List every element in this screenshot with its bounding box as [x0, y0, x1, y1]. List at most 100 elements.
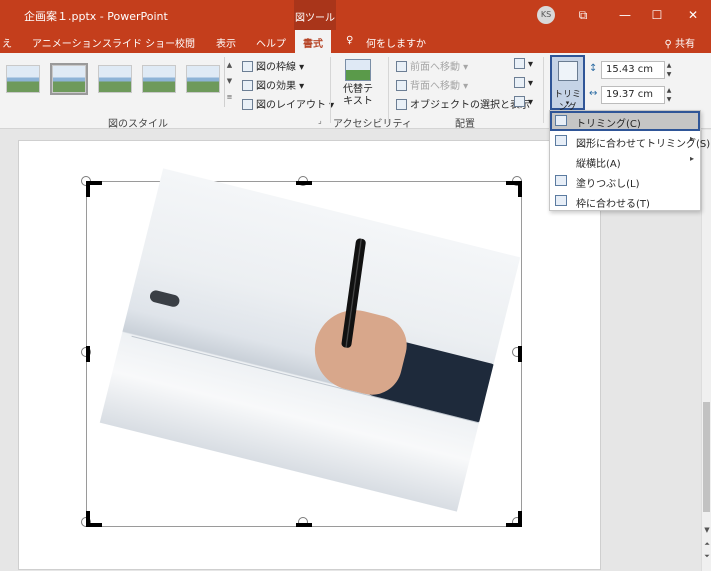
tab-format[interactable]: 書式: [295, 30, 331, 53]
crop-icon: [555, 115, 567, 126]
send-backward-label: 背面へ移動: [410, 81, 460, 92]
picture-border-button[interactable]: 図の枠線 ▾: [242, 58, 304, 73]
close-button[interactable]: ✕: [682, 5, 704, 25]
crop-button[interactable]: トリミング ▾: [550, 55, 585, 113]
maximize-button[interactable]: ☐: [646, 5, 668, 25]
crop-handle-bottom[interactable]: [296, 523, 312, 527]
height-spinner[interactable]: ▲ ▼: [664, 61, 674, 79]
selection-pane-button[interactable]: オブジェクトの選択と表示: [396, 96, 530, 111]
crop-handle-bottom-right-v[interactable]: [518, 511, 522, 527]
menu-item-label: 枠に合わせる(T): [576, 199, 650, 210]
context-tab-label: 図ツール: [295, 13, 335, 24]
title-bar: 企画案１.pptx - PowerPoint 図ツール KS ⧉ — ☐ ✕: [0, 0, 711, 30]
gallery-up-icon[interactable]: ▲: [225, 57, 234, 73]
bring-forward-icon: [396, 61, 407, 72]
scrollbar-thumb[interactable]: [703, 402, 710, 512]
crop-icon: [558, 61, 578, 81]
window-title: 企画案１.pptx - PowerPoint: [24, 10, 168, 23]
picture-layout-button[interactable]: 図のレイアウト ▾: [242, 96, 334, 111]
divider: [543, 57, 544, 123]
tab-help[interactable]: ヘルプ: [256, 35, 286, 50]
minimize-button[interactable]: —: [614, 5, 636, 25]
crop-handle-top-right-v[interactable]: [518, 181, 522, 197]
tab-view[interactable]: 表示: [216, 35, 236, 50]
previous-slide-icon[interactable]: ⏶: [702, 540, 711, 549]
pen-icon: [242, 61, 253, 72]
picture-selection[interactable]: [81, 168, 522, 527]
submenu-arrow-icon: ▸: [689, 154, 694, 163]
rotate-button[interactable]: ▾: [514, 96, 533, 108]
crop-handle-left[interactable]: [86, 346, 90, 362]
ribbon-tab-row: え アニメーション スライド ショー 校閲 表示 ヘルプ 書式 ♀ 何をしますか…: [0, 30, 711, 53]
effects-icon: [242, 80, 253, 91]
ribbon-display-options-icon[interactable]: ⧉: [572, 5, 594, 25]
width-spinner[interactable]: ▲ ▼: [664, 86, 674, 104]
next-slide-icon[interactable]: ⏷: [702, 552, 711, 561]
chevron-down-icon: ▾: [565, 99, 570, 107]
tab-transitions[interactable]: え: [2, 35, 12, 50]
tell-me-search[interactable]: 何をしますか: [366, 35, 426, 50]
share-label: 共有: [675, 39, 695, 50]
person-icon: ⚲: [664, 39, 675, 50]
crop-handle-right[interactable]: [518, 346, 522, 362]
picture-effects-button[interactable]: 図の効果 ▾: [242, 77, 304, 92]
vertical-scrollbar[interactable]: ▼ ⏶ ⏷: [701, 130, 711, 571]
context-tab-group: 図ツール: [294, 0, 336, 30]
shape-icon: [555, 135, 567, 146]
crop-handle-top[interactable]: [296, 181, 312, 185]
photo-clip: [148, 289, 181, 309]
alt-text-icon[interactable]: [345, 59, 371, 81]
menu-item-crop-to-shape[interactable]: 図形に合わせてトリミング(S) ▸: [550, 131, 710, 151]
crop-dropdown-menu: トリミング(C) 図形に合わせてトリミング(S) ▸ 縦横比(A) ▸ 塗りつぶ…: [549, 110, 710, 211]
gallery-more-icon[interactable]: ≡: [225, 89, 234, 105]
picture-style-3[interactable]: [98, 65, 132, 93]
picture-style-1[interactable]: [6, 65, 40, 93]
height-input[interactable]: 15.43 cm: [601, 61, 665, 79]
menu-item-label: 縦横比(A): [576, 159, 621, 170]
gallery-down-icon[interactable]: ▼: [225, 73, 234, 89]
scroll-down-icon[interactable]: ▼: [702, 526, 711, 534]
divider: [388, 57, 389, 123]
group-label-accessibility: アクセシビリティ: [333, 119, 412, 130]
bring-forward-label: 前面へ移動: [410, 62, 460, 73]
menu-item-crop[interactable]: トリミング(C): [550, 111, 700, 131]
width-input[interactable]: 19.37 cm: [601, 86, 665, 104]
align-icon: [514, 58, 525, 69]
group-label-arrange: 配置: [455, 119, 475, 130]
picture-border-label: 図の枠線: [256, 62, 296, 73]
height-icon: ↕: [589, 63, 598, 74]
width-icon: ↔: [589, 88, 598, 99]
tab-slideshow[interactable]: スライド ショー: [102, 35, 175, 50]
menu-item-fill[interactable]: 塗りつぶし(L): [550, 171, 700, 191]
picture-style-4[interactable]: [142, 65, 176, 93]
picture-layout-label: 図のレイアウト: [256, 100, 326, 111]
menu-item-aspect-ratio[interactable]: 縦横比(A) ▸: [550, 151, 700, 171]
align-button[interactable]: ▾: [514, 58, 533, 70]
gallery-scroll[interactable]: ▲ ▼ ≡: [224, 57, 234, 107]
picture-style-5[interactable]: [186, 65, 220, 93]
fit-icon: [555, 195, 567, 206]
divider: [330, 57, 331, 123]
submenu-arrow-icon: ▸: [689, 134, 694, 143]
group-button[interactable]: ▾: [514, 77, 533, 89]
rotate-icon: [514, 96, 525, 107]
dialog-launcher-icon[interactable]: ⌟: [318, 117, 326, 125]
picture-style-2[interactable]: [50, 63, 88, 95]
send-backward-icon: [396, 80, 407, 91]
layout-icon: [242, 99, 253, 110]
send-backward-button[interactable]: 背面へ移動 ▾: [396, 77, 468, 92]
selection-pane-label: オブジェクトの選択と表示: [410, 100, 530, 111]
avatar[interactable]: KS: [537, 6, 555, 24]
group-label-picture-styles: 図のスタイル: [108, 119, 168, 130]
crop-handle-top-left-v[interactable]: [86, 181, 90, 197]
tab-animation[interactable]: アニメーション: [32, 35, 102, 50]
tab-review[interactable]: 校閲: [175, 35, 195, 50]
lightbulb-icon: ♀: [346, 35, 354, 46]
alt-text-button[interactable]: 代替テキスト: [339, 84, 377, 108]
menu-item-label: トリミング(C): [576, 119, 641, 130]
bring-forward-button[interactable]: 前面へ移動 ▾: [396, 58, 468, 73]
picture-effects-label: 図の効果: [256, 81, 296, 92]
menu-item-fit[interactable]: 枠に合わせる(T): [550, 191, 700, 211]
crop-handle-bottom-left-v[interactable]: [86, 511, 90, 527]
share-button[interactable]: ⚲ 共有: [664, 35, 695, 50]
